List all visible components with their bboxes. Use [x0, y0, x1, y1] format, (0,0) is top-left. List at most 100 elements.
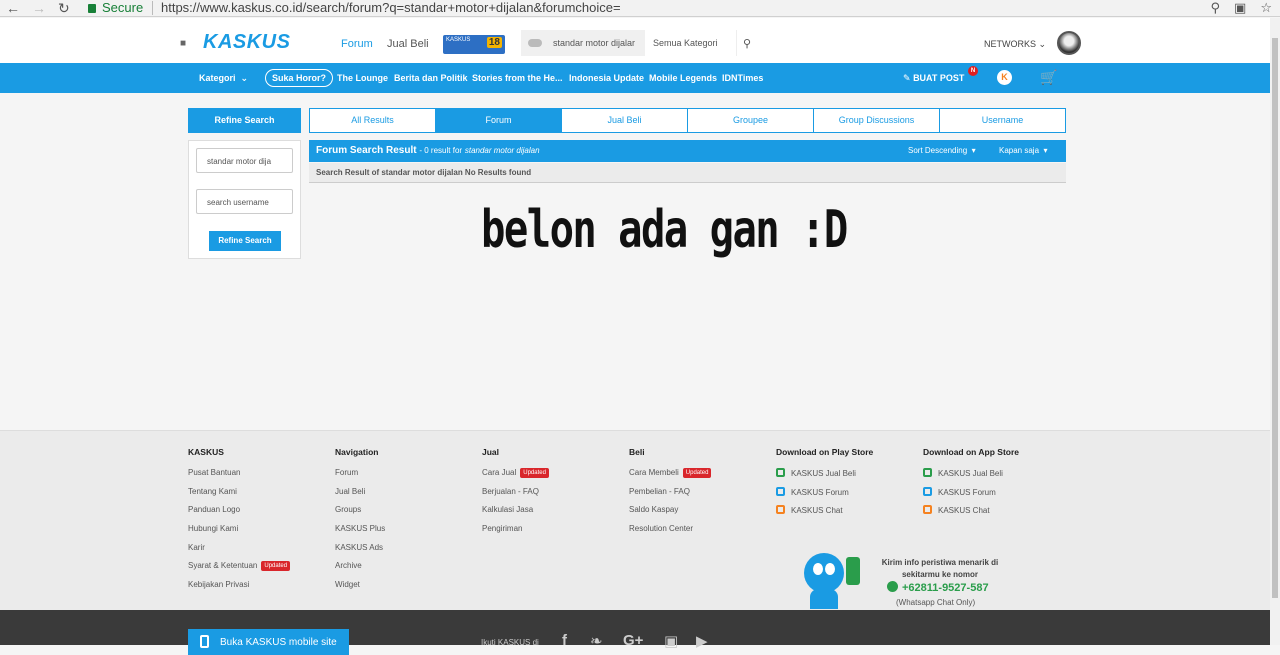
- result-count: - 0 result for: [419, 146, 463, 155]
- address-bar[interactable]: https://www.kaskus.co.id/search/forum?q=…: [161, 0, 621, 15]
- play-chat-link[interactable]: KASKUS Chat: [776, 505, 873, 524]
- footer-link[interactable]: Pengiriman: [482, 524, 549, 543]
- google-plus-icon[interactable]: G+: [623, 632, 643, 649]
- footer-link[interactable]: Karir: [188, 543, 290, 562]
- berita-politik-link[interactable]: Berita dan Politik: [394, 73, 468, 83]
- kaskus-18-badge[interactable]: KASKUS 18: [443, 35, 505, 54]
- networks-menu[interactable]: NETWORKS ⌄: [984, 39, 1046, 50]
- bottom-bar: Buka KASKUS mobile site Ikuti KASKUS di …: [0, 610, 1270, 655]
- search-icon[interactable]: ⚲: [743, 37, 751, 50]
- tab-jual-beli[interactable]: Jual Beli: [562, 109, 688, 132]
- category-bar: Kategori ⌄ Suka Horor? The Lounge Berita…: [0, 63, 1270, 93]
- kategori-menu[interactable]: Kategori ⌄: [199, 73, 248, 84]
- footer-link[interactable]: Hubungi Kami: [188, 524, 290, 543]
- suka-horor-link[interactable]: Suka Horor?: [265, 69, 334, 87]
- footer-link[interactable]: Saldo Kaspay: [629, 505, 711, 524]
- footer-link[interactable]: Pembelian - FAQ: [629, 487, 711, 506]
- updated-badge: Updated: [682, 468, 712, 478]
- secure-indicator[interactable]: Secure: [88, 0, 143, 15]
- nav-jual-beli-link[interactable]: Jual Beli: [387, 38, 429, 50]
- chevron-down-icon: ⌄: [1038, 39, 1047, 49]
- buat-post-button[interactable]: ✎ BUAT POST: [903, 73, 964, 84]
- chat-icon[interactable]: K: [997, 70, 1012, 85]
- updated-badge: Updated: [261, 561, 291, 572]
- app-chat-link[interactable]: KASKUS Chat: [923, 505, 1019, 524]
- tab-group-discussions[interactable]: Group Discussions: [814, 109, 940, 132]
- play-jual-beli-link[interactable]: KASKUS Jual Beli: [776, 468, 873, 487]
- header-search-input[interactable]: standar motor dijalar: [521, 30, 645, 56]
- footer-link-cara-jual[interactable]: Cara Jual Updated: [482, 468, 549, 487]
- instagram-icon[interactable]: ▣: [664, 632, 678, 650]
- star-icon[interactable]: ☆: [1260, 0, 1272, 15]
- page-scrollbar[interactable]: [1270, 18, 1280, 645]
- footer-link[interactable]: Forum: [335, 468, 385, 487]
- keyword-input[interactable]: standar motor dija: [196, 148, 293, 173]
- avatar[interactable]: [1057, 31, 1081, 55]
- twitter-icon[interactable]: ❧: [590, 632, 603, 650]
- scrollbar-thumb[interactable]: [1272, 38, 1278, 598]
- footer-link[interactable]: Kebijakan Privasi: [188, 580, 290, 599]
- footer-link[interactable]: Panduan Logo: [188, 505, 290, 524]
- zoom-icon[interactable]: ⚲: [1211, 0, 1221, 15]
- stories-link[interactable]: Stories from the He...: [472, 73, 563, 83]
- whatsapp-info: Kirim info peristiwa menarik di sekitarm…: [881, 558, 999, 579]
- result-summary: Search Result of standar motor dijalan N…: [309, 163, 1066, 183]
- time-dropdown[interactable]: Kapan saja ▾: [999, 146, 1048, 155]
- forum-app-icon: [776, 486, 785, 496]
- translate-icon[interactable]: ▣: [1234, 0, 1246, 15]
- sort-dropdown[interactable]: Sort Descending ▾: [908, 146, 976, 155]
- indonesia-update-link[interactable]: Indonesia Update: [569, 73, 644, 83]
- footer-link[interactable]: Resolution Center: [629, 524, 711, 543]
- pencil-icon: ✎: [903, 73, 911, 83]
- mobile-legends-link[interactable]: Mobile Legends: [649, 73, 717, 83]
- browser-toolbar: ← → ↻ Secure https://www.kaskus.co.id/sear…: [0, 0, 1280, 17]
- tab-forum[interactable]: Forum: [436, 109, 562, 132]
- tab-all-results[interactable]: All Results: [310, 109, 436, 132]
- category-select[interactable]: Semua Kategori: [645, 30, 737, 56]
- notification-badge: N: [968, 66, 978, 76]
- app-forum-link[interactable]: KASKUS Forum: [923, 486, 1019, 506]
- username-input[interactable]: search username: [196, 189, 293, 214]
- facebook-icon[interactable]: f: [562, 632, 567, 649]
- search-toggle-icon[interactable]: [528, 39, 542, 47]
- footer-link[interactable]: Berjualan - FAQ: [482, 487, 549, 506]
- chevron-down-icon: ⌄: [240, 73, 249, 83]
- refine-search-button[interactable]: Refine Search: [209, 231, 281, 251]
- phone-icon: [200, 635, 209, 648]
- footer-link[interactable]: Groups: [335, 505, 385, 524]
- idntimes-link[interactable]: IDNTimes: [722, 73, 763, 83]
- footer-link[interactable]: Tentang Kami: [188, 487, 290, 506]
- refine-search-header: Refine Search: [188, 108, 301, 133]
- footer-link-cara-membeli[interactable]: Cara Membeli Updated: [629, 468, 712, 487]
- tab-username[interactable]: Username: [940, 109, 1065, 132]
- footer-link-syarat[interactable]: Syarat & Ketentuan Updated: [188, 561, 291, 580]
- forward-icon[interactable]: →: [32, 0, 46, 16]
- back-icon[interactable]: ←: [6, 0, 20, 16]
- browser-actions: ⚲ ▣ ☆: [1197, 0, 1272, 16]
- footer-link[interactable]: Archive: [335, 561, 385, 580]
- jual-beli-app-icon: [776, 468, 785, 477]
- play-forum-link[interactable]: KASKUS Forum: [776, 486, 873, 506]
- footer-link[interactable]: KASKUS Plus: [335, 524, 385, 543]
- kaskus-logo[interactable]: KASKUS: [203, 31, 290, 54]
- result-header: Forum Search Result - 0 result for stand…: [309, 140, 1066, 162]
- footer-link[interactable]: KASKUS Ads: [335, 543, 385, 562]
- lock-icon: [88, 4, 96, 13]
- tab-groupee[interactable]: Groupee: [688, 109, 814, 132]
- chat-app-icon: [776, 505, 785, 515]
- reload-icon[interactable]: ↻: [58, 0, 70, 16]
- footer-link[interactable]: Jual Beli: [335, 487, 385, 506]
- footer-link[interactable]: Widget: [335, 580, 385, 599]
- cart-icon[interactable]: 🛒: [1040, 69, 1057, 86]
- the-lounge-link[interactable]: The Lounge: [337, 73, 388, 83]
- nav-forum-link[interactable]: Forum: [341, 38, 373, 50]
- menu-icon[interactable]: ■: [180, 38, 186, 49]
- footer-link[interactable]: Pusat Bantuan: [188, 468, 290, 487]
- result-title: Forum Search Result: [316, 145, 417, 156]
- youtube-icon[interactable]: ▶: [696, 632, 708, 650]
- app-jual-beli-link[interactable]: KASKUS Jual Beli: [923, 468, 1019, 487]
- whatsapp-number[interactable]: +62811-9527-587: [887, 581, 989, 594]
- mobile-site-button[interactable]: Buka KASKUS mobile site: [188, 629, 349, 655]
- footer-link[interactable]: Kalkulasi Jasa: [482, 505, 549, 524]
- forum-app-icon: [923, 486, 932, 496]
